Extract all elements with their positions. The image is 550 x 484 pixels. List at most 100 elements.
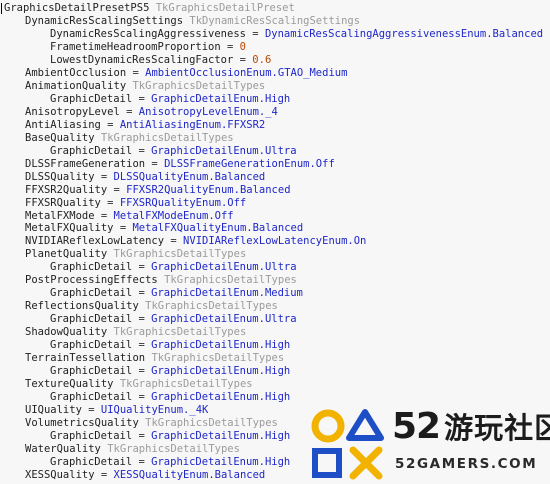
assignment-operator: = xyxy=(81,404,101,417)
tree-row[interactable]: GraphicDetail = GraphicDetailEnum.Ultra xyxy=(0,313,550,326)
assignment-operator: = xyxy=(113,222,133,235)
property-value: DLSSQualityEnum.Balanced xyxy=(113,170,266,183)
property-name: GraphicDetail xyxy=(50,455,133,468)
tree-row[interactable]: TerrainTessellation TkGraphicsDetailType… xyxy=(0,352,550,365)
tree-row[interactable]: DynamicResScalingAggressiveness = Dynami… xyxy=(0,28,550,41)
property-name: TerrainTessellation xyxy=(25,352,146,365)
assignment-operator: = xyxy=(132,313,152,326)
tree-row[interactable]: MetalFXMode = MetalFXModeEnum.Off xyxy=(0,210,550,223)
property-value: GraphicDetailEnum.High xyxy=(151,391,291,404)
tree-row[interactable]: AnisotropyLevel = AnisotropyLevelEnum._4 xyxy=(0,106,550,119)
tree-row[interactable]: GraphicDetail = GraphicDetailEnum.Ultra xyxy=(0,145,550,158)
tree-row[interactable]: GraphicsDetailPresetPS5 TkGraphicsDetail… xyxy=(0,2,550,15)
property-name: GraphicDetail xyxy=(50,429,133,442)
tree-row[interactable]: AnimationQuality TkGraphicsDetailTypes xyxy=(0,80,550,93)
tree-row[interactable]: MetalFXQuality = MetalFXQualityEnum.Bala… xyxy=(0,222,550,235)
tree-row[interactable]: GraphicDetail = GraphicDetailEnum.High xyxy=(0,391,550,404)
tree-row[interactable]: PostProcessingEffects TkGraphicsDetailTy… xyxy=(0,274,550,287)
assignment-operator: = xyxy=(94,170,114,183)
tree-row[interactable]: XESSQuality = XESSQualityEnum.Balanced xyxy=(0,469,550,482)
property-name: GraphicDetail xyxy=(50,313,133,326)
property-name: UIQuality xyxy=(25,404,82,417)
property-value: GraphicDetailEnum.Medium xyxy=(151,287,303,300)
property-name: GraphicDetail xyxy=(50,261,133,274)
property-value: MetalFXModeEnum.Off xyxy=(113,209,234,222)
property-type: TkDynamicResScalingSettings xyxy=(189,14,361,27)
property-value: GraphicDetailEnum.High xyxy=(151,365,291,378)
property-name: BaseQuality xyxy=(25,131,95,144)
assignment-operator: = xyxy=(107,183,127,196)
tree-row[interactable]: FFXSRQuality = FFXSRQualityEnum.Off xyxy=(0,197,550,210)
tree-row[interactable]: GraphicDetail = GraphicDetailEnum.High xyxy=(0,456,550,469)
tree-row[interactable]: AmbientOcclusion = AmbientOcclusionEnum.… xyxy=(0,67,550,80)
tree-row[interactable]: GraphicDetail = GraphicDetailEnum.High xyxy=(0,365,550,378)
property-name: FrametimeHeadroomProportion xyxy=(50,40,221,53)
assignment-operator: = xyxy=(145,157,165,170)
tree-row[interactable]: LowestDynamicResScalingFactor = 0.6 xyxy=(0,54,550,67)
tree-row[interactable]: DynamicResScalingSettings TkDynamicResSc… xyxy=(0,15,550,28)
property-value: GraphicDetailEnum.Ultra xyxy=(151,313,297,326)
property-value: FFXSRQualityEnum.Off xyxy=(119,196,247,209)
assignment-operator: = xyxy=(132,365,152,378)
tree-row[interactable]: DLSSQuality = DLSSQualityEnum.Balanced xyxy=(0,171,550,184)
property-name: DLSSFrameGeneration xyxy=(25,157,146,170)
property-value: XESSQualityEnum.Balanced xyxy=(113,468,266,481)
tree-row[interactable]: ReflectionsQuality TkGraphicsDetailTypes xyxy=(0,300,550,313)
tree-row[interactable]: ShadowQuality TkGraphicsDetailTypes xyxy=(0,326,550,339)
property-name: AnimationQuality xyxy=(25,79,127,92)
assignment-operator: = xyxy=(126,66,146,79)
property-name: AmbientOcclusion xyxy=(25,66,127,79)
assignment-operator: = xyxy=(220,40,240,53)
tree-row[interactable]: TextureQuality TkGraphicsDetailTypes xyxy=(0,378,550,391)
tree-row[interactable]: DLSSFrameGeneration = DLSSFrameGeneratio… xyxy=(0,158,550,171)
tree-row[interactable]: VolumetricsQuality TkGraphicsDetailTypes xyxy=(0,417,550,430)
assignment-operator: = xyxy=(119,105,139,118)
tree-row[interactable]: WaterQuality TkGraphicsDetailTypes xyxy=(0,443,550,456)
tree-row[interactable]: BaseQuality TkGraphicsDetailTypes xyxy=(0,132,550,145)
tree-row[interactable]: FFXSR2Quality = FFXSR2QualityEnum.Balanc… xyxy=(0,184,550,197)
tree-row[interactable]: PlanetQuality TkGraphicsDetailTypes xyxy=(0,248,550,261)
property-name: GraphicsDetailPresetPS5 xyxy=(4,2,150,14)
assignment-operator: = xyxy=(132,92,152,105)
assignment-operator: = xyxy=(233,53,253,66)
property-name: PlanetQuality xyxy=(25,248,108,261)
tree-row[interactable]: UIQuality = UIQualityEnum._4K xyxy=(0,404,550,417)
tree-row[interactable]: GraphicDetail = GraphicDetailEnum.High xyxy=(0,339,550,352)
tree-row[interactable]: GraphicDetail = GraphicDetailEnum.High xyxy=(0,430,550,443)
property-name: AnisotropyLevel xyxy=(25,105,120,118)
property-name: TextureQuality xyxy=(25,378,114,391)
property-name: NVIDIAReflexLowLatency xyxy=(25,235,165,248)
property-value: GraphicDetailEnum.Ultra xyxy=(151,261,297,274)
property-type: TkGraphicsDetailTypes xyxy=(100,131,234,144)
assignment-operator: = xyxy=(132,144,152,157)
property-value: GraphicDetailEnum.High xyxy=(151,339,291,352)
tree-row[interactable]: GraphicDetail = GraphicDetailEnum.Medium xyxy=(0,287,550,300)
property-name: WaterQuality xyxy=(25,442,101,455)
property-name: GraphicDetail xyxy=(50,365,133,378)
assignment-operator: = xyxy=(245,27,265,40)
property-name: AntiAliasing xyxy=(25,118,101,131)
property-type: TkGraphicsDetailTypes xyxy=(107,442,240,455)
assignment-operator: = xyxy=(100,196,120,209)
property-name: ReflectionsQuality xyxy=(25,300,139,313)
property-name: GraphicDetail xyxy=(50,339,133,352)
tree-row[interactable]: AntiAliasing = AntiAliasingEnum.FFXSR2 xyxy=(0,119,550,132)
tree-row[interactable]: FrametimeHeadroomProportion = 0 xyxy=(0,41,550,54)
tree-row[interactable]: GraphicDetail = GraphicDetailEnum.Ultra xyxy=(0,261,550,274)
property-name: GraphicDetail xyxy=(50,391,133,404)
property-name: GraphicDetail xyxy=(50,92,133,105)
property-name: VolumetricsQuality xyxy=(25,417,139,429)
property-name: LowestDynamicResScalingFactor xyxy=(50,53,234,66)
property-type: TkGraphicsDetailTypes xyxy=(113,248,247,261)
text-cursor xyxy=(1,3,2,14)
property-type: TkGraphicsDetailPreset xyxy=(155,2,295,14)
property-value: GraphicDetailEnum.High xyxy=(151,455,291,468)
tree-row[interactable]: NVIDIAReflexLowLatency = NVIDIAReflexLow… xyxy=(0,235,550,248)
assignment-operator: = xyxy=(100,118,120,131)
property-value: AnisotropyLevelEnum._4 xyxy=(138,105,278,118)
tree-row[interactable]: GraphicDetail = GraphicDetailEnum.High xyxy=(0,93,550,106)
property-value: FFXSR2QualityEnum.Balanced xyxy=(126,183,291,196)
property-value: DLSSFrameGenerationEnum.Off xyxy=(164,157,335,170)
property-type: TkGraphicsDetailTypes xyxy=(145,417,278,429)
property-value: 0 xyxy=(239,40,246,53)
